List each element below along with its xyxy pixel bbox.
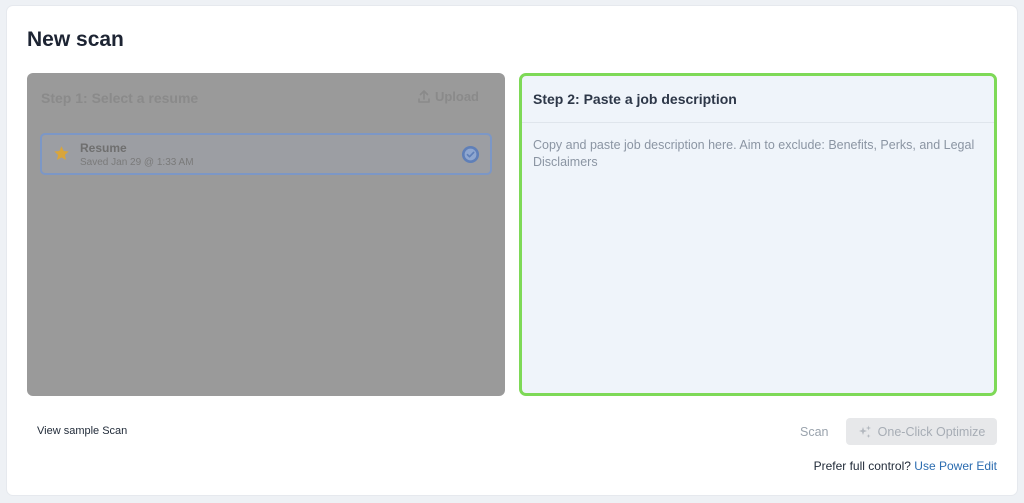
step2-panel: Step 2: Paste a job description <box>519 73 997 396</box>
resume-name: Resume <box>80 141 127 155</box>
resume-item[interactable]: Resume Saved Jan 29 @ 1:33 AM <box>40 133 492 175</box>
use-power-edit-link[interactable]: Use Power Edit <box>914 459 997 473</box>
star-icon <box>54 146 69 160</box>
one-click-optimize-label: One-Click Optimize <box>877 424 986 439</box>
prefer-full-control-text: Prefer full control? <box>813 459 911 473</box>
view-sample-scan-link[interactable]: View sample Scan <box>37 425 127 437</box>
sparkle-icon <box>858 425 871 438</box>
new-scan-card: New scan Step 1: Select a resume Upload … <box>7 6 1017 495</box>
upload-icon <box>418 90 430 103</box>
resume-saved-date: Saved Jan 29 @ 1:33 AM <box>80 157 194 168</box>
step1-panel: Step 1: Select a resume Upload Resume Sa… <box>27 73 505 396</box>
step1-title: Step 1: Select a resume <box>41 90 199 106</box>
upload-button[interactable]: Upload <box>418 89 479 104</box>
check-circle-icon <box>461 145 480 164</box>
divider <box>522 122 994 123</box>
upload-label: Upload <box>434 89 479 104</box>
page-title: New scan <box>27 28 124 51</box>
power-edit-row: Prefer full control? Use Power Edit <box>814 459 997 473</box>
scan-button[interactable]: Scan <box>800 425 829 439</box>
one-click-optimize-button[interactable]: One-Click Optimize <box>846 418 997 445</box>
job-description-input[interactable] <box>533 137 983 382</box>
step2-title: Step 2: Paste a job description <box>533 91 737 107</box>
